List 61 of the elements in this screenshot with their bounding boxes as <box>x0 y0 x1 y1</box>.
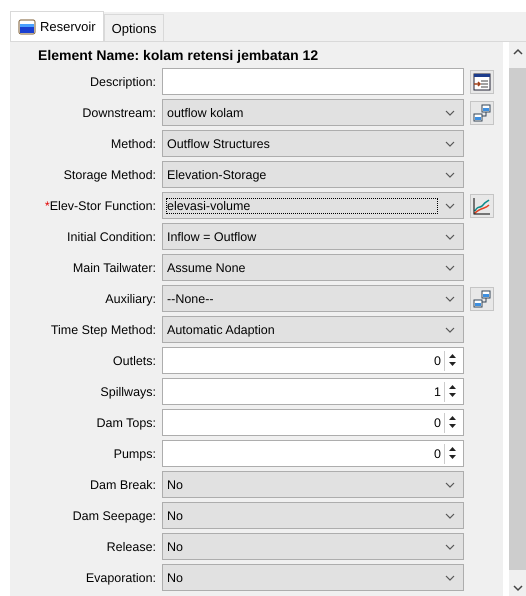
dropdown[interactable]: No <box>162 502 464 529</box>
field-label: Dam Seepage: <box>72 508 156 522</box>
dropdown[interactable]: Outflow Structures <box>162 130 464 157</box>
dropdown[interactable]: --None-- <box>162 285 464 312</box>
dropdown-chevron-icon <box>445 234 455 240</box>
scroll-up-icon[interactable] <box>512 48 522 56</box>
field-label: Downstream: <box>81 106 156 120</box>
field-label: Pumps: <box>112 446 156 460</box>
dropdown-chevron-icon <box>445 512 455 518</box>
icon-button[interactable] <box>470 286 494 310</box>
linked-tanks-icon <box>473 290 491 308</box>
field-label: Release: <box>106 540 156 554</box>
tab[interactable]: Reservoir <box>10 11 104 41</box>
tab[interactable]: Options <box>104 14 164 41</box>
element-name: Element Name: kolam retensi jembatan 12 <box>37 46 320 65</box>
scroll-down-icon[interactable] <box>512 584 522 592</box>
dropdown-chevron-icon <box>445 574 455 580</box>
tank-icon <box>18 18 36 34</box>
number-spinner[interactable]: 0 <box>162 347 464 374</box>
field-label: *Elev-Stor Function: <box>44 198 156 212</box>
dropdown-chevron-icon <box>445 172 455 178</box>
field-label: Dam Tops: <box>95 416 156 430</box>
field-label: Time Step Method: <box>50 322 156 336</box>
linked-tanks-icon <box>473 104 491 122</box>
number-spinner[interactable]: 0 <box>162 409 464 436</box>
list-import-icon <box>473 72 491 90</box>
scrollbar[interactable] <box>509 42 526 596</box>
field-label: Main Tailwater: <box>72 260 156 274</box>
dropdown-chevron-icon <box>445 264 455 270</box>
dropdown[interactable]: No <box>162 564 464 591</box>
field-label: Initial Condition: <box>66 230 156 244</box>
dropdown[interactable]: Assume None <box>162 254 464 281</box>
dropdown[interactable]: outflow kolam <box>162 99 464 126</box>
number-spinner[interactable]: 0 <box>162 440 464 467</box>
dropdown-chevron-icon <box>445 482 455 488</box>
dropdown-chevron-icon <box>445 202 455 208</box>
line-chart-icon <box>473 196 491 214</box>
field-label: Spillways: <box>99 384 156 398</box>
description-field[interactable] <box>162 68 464 95</box>
dropdown-chevron-icon <box>445 140 455 146</box>
dropdown[interactable]: Inflow = Outflow <box>162 223 464 250</box>
dropdown[interactable]: No <box>162 533 464 560</box>
number-spinner[interactable]: 1 <box>162 378 464 405</box>
dropdown[interactable]: No <box>162 471 464 498</box>
field-label: Method: <box>110 136 156 150</box>
field-label: Dam Break: <box>89 478 156 492</box>
dropdown-chevron-icon <box>445 544 455 550</box>
field-label: Auxiliary: <box>104 292 156 306</box>
field-label: Storage Method: <box>62 168 156 182</box>
icon-button[interactable] <box>470 70 494 94</box>
field-label: Description: <box>89 74 156 88</box>
dropdown-chevron-icon <box>445 326 455 332</box>
field-label: Evaporation: <box>84 570 156 584</box>
dropdown-chevron-icon <box>445 296 455 302</box>
icon-button[interactable] <box>470 194 494 218</box>
dropdown[interactable]: Automatic Adaption <box>162 316 464 343</box>
dropdown[interactable]: elevasi-volume <box>162 192 464 219</box>
field-label: Outlets: <box>112 354 156 368</box>
dropdown-chevron-icon <box>445 110 455 116</box>
icon-button[interactable] <box>470 100 494 124</box>
dropdown[interactable]: Elevation-Storage <box>162 161 464 188</box>
